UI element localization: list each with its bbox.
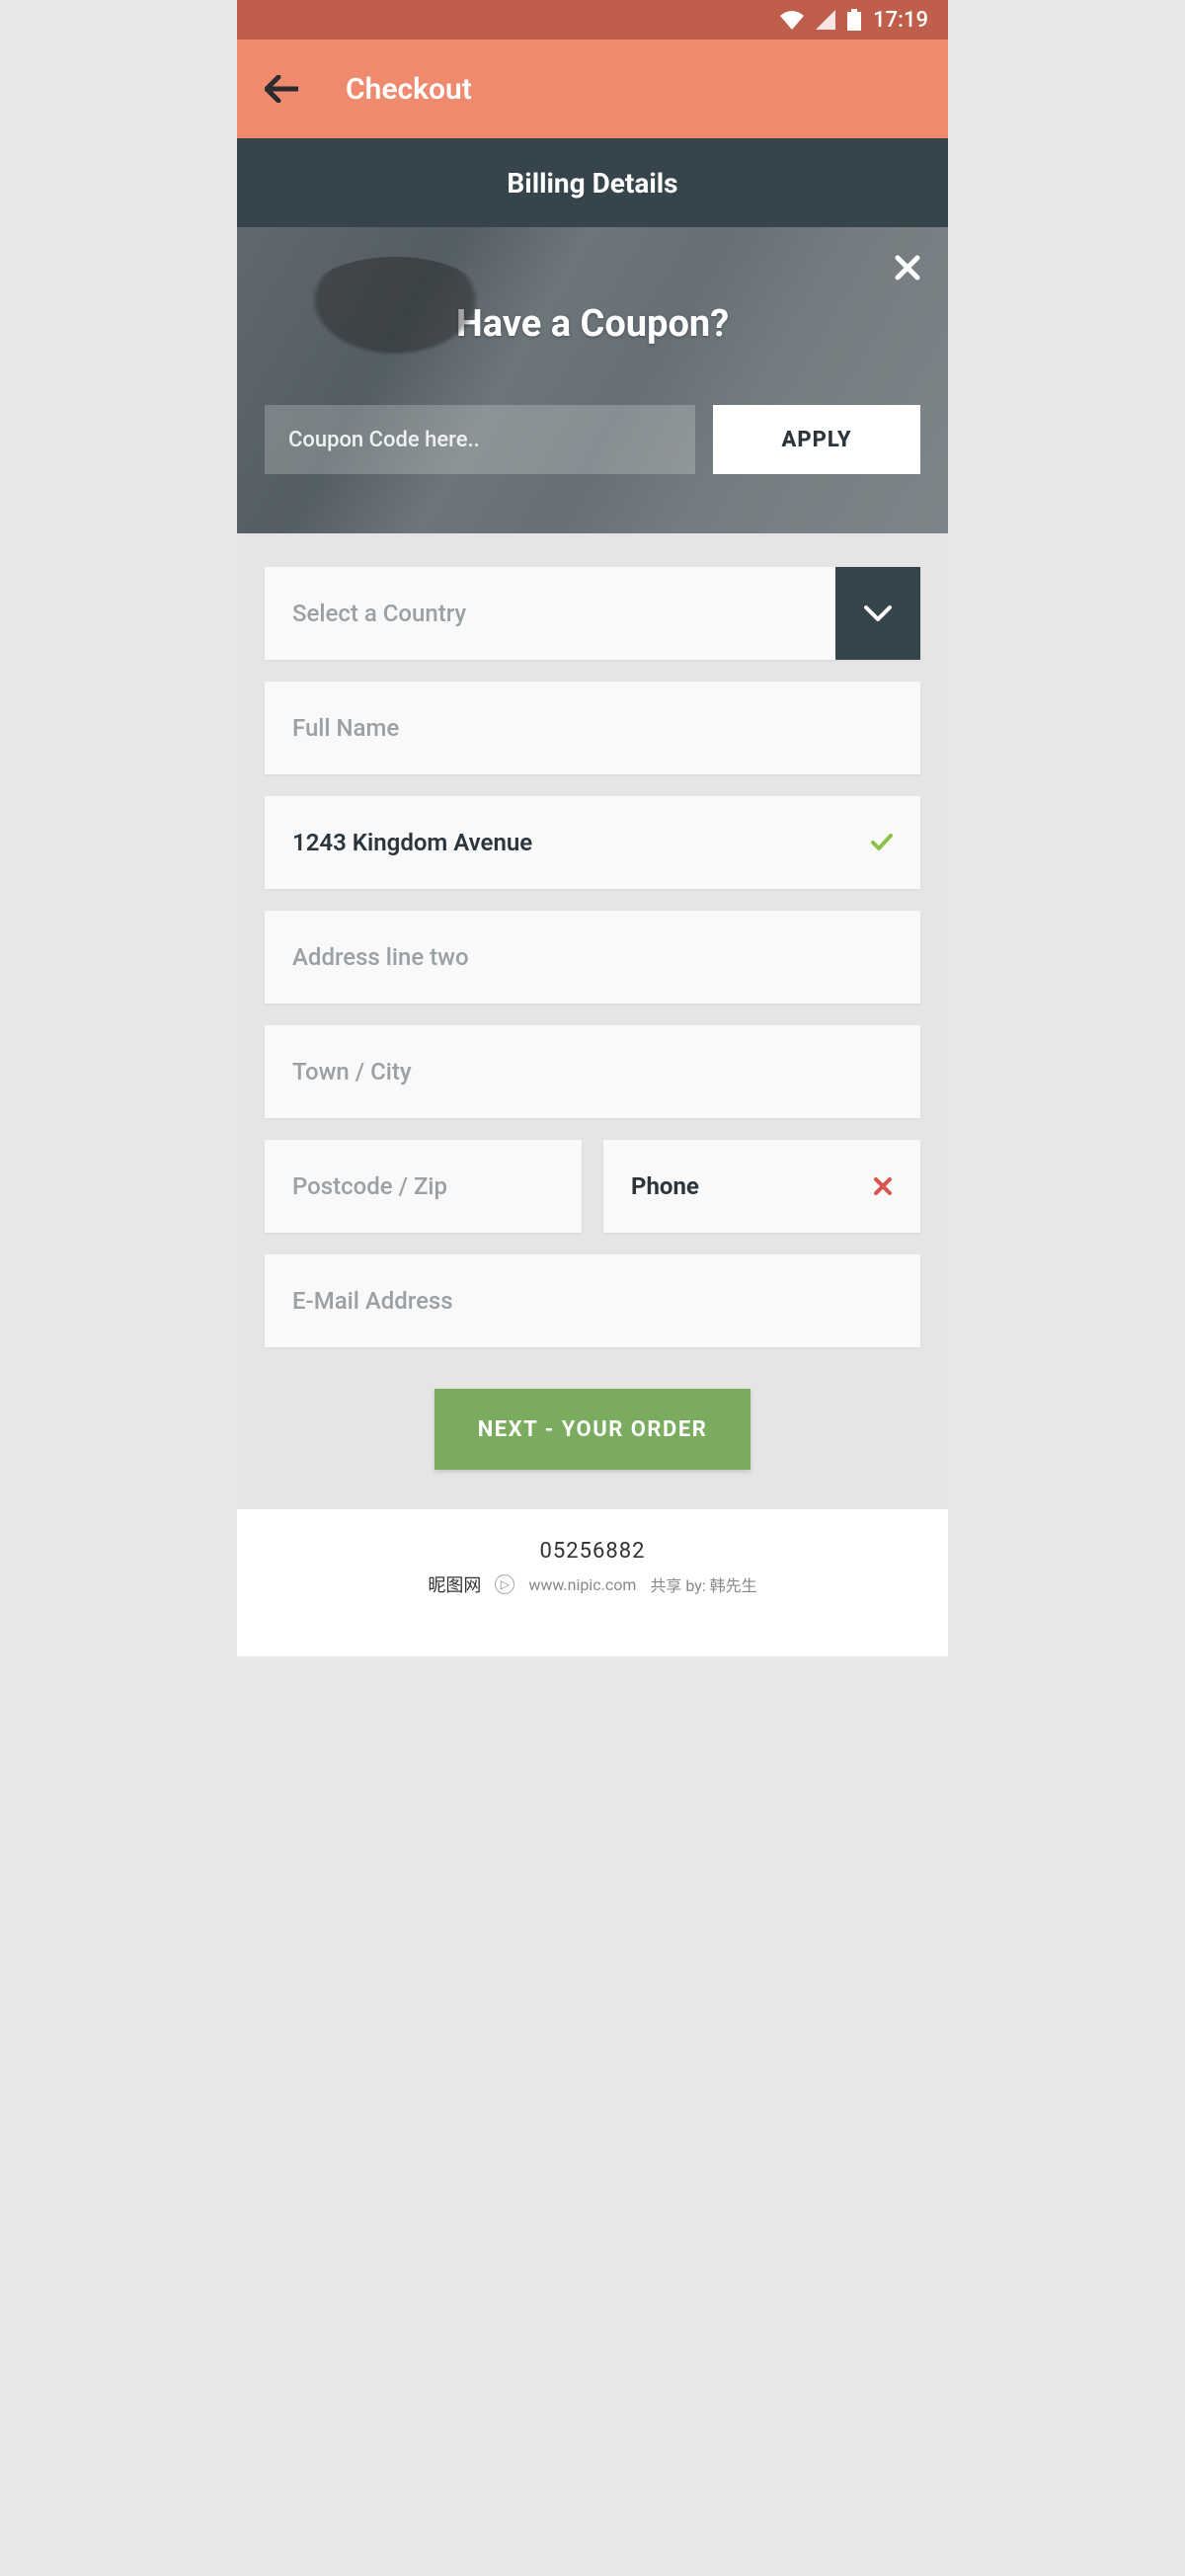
address2-field[interactable] bbox=[265, 911, 920, 1004]
section-title: Billing Details bbox=[507, 167, 677, 200]
clock-text: 17:19 bbox=[873, 8, 928, 33]
error-x-icon bbox=[873, 1176, 893, 1196]
address2-input[interactable] bbox=[292, 943, 893, 971]
email-field[interactable] bbox=[265, 1254, 920, 1347]
back-arrow-icon[interactable] bbox=[265, 75, 298, 103]
apply-coupon-button[interactable]: APPLY bbox=[713, 405, 920, 474]
coupon-code-input[interactable] bbox=[265, 405, 695, 474]
phone-field[interactable] bbox=[603, 1140, 920, 1233]
postcode-field[interactable] bbox=[265, 1140, 582, 1233]
city-input[interactable] bbox=[292, 1058, 893, 1086]
footer-site-en: www.nipic.com bbox=[528, 1575, 636, 1594]
app-bar: Checkout bbox=[237, 40, 948, 138]
image-id-text: 05256882 bbox=[237, 1539, 948, 1564]
banner-decorative-image bbox=[296, 257, 494, 365]
check-icon bbox=[871, 834, 893, 851]
footer-row: 昵图网 ▷ www.nipic.com 共享 by: 韩先生 bbox=[237, 1571, 948, 1597]
city-field[interactable] bbox=[265, 1025, 920, 1118]
email-input[interactable] bbox=[292, 1287, 893, 1315]
country-select[interactable]: Select a Country bbox=[265, 567, 920, 660]
footer-divider-icon: ▷ bbox=[495, 1574, 514, 1594]
billing-form: Select a Country NEXT - YOUR ORDER bbox=[237, 533, 948, 1509]
next-button[interactable]: NEXT - YOUR ORDER bbox=[434, 1389, 751, 1470]
fullname-input[interactable] bbox=[292, 714, 893, 742]
footer-site-cn: 昵图网 bbox=[428, 1571, 481, 1597]
status-bar: 17:19 bbox=[237, 0, 948, 40]
address1-field[interactable] bbox=[265, 796, 920, 889]
fullname-field[interactable] bbox=[265, 682, 920, 774]
close-icon[interactable] bbox=[895, 255, 920, 281]
wifi-icon bbox=[780, 10, 804, 30]
section-header: Billing Details bbox=[237, 138, 948, 227]
postcode-phone-row bbox=[265, 1140, 920, 1233]
cell-signal-icon bbox=[816, 10, 835, 30]
page-title: Checkout bbox=[346, 72, 472, 107]
footer-by: 共享 by: 韩先生 bbox=[650, 1572, 756, 1596]
battery-icon bbox=[847, 9, 861, 31]
coupon-row: APPLY bbox=[265, 405, 920, 474]
coupon-banner: Have a Coupon? APPLY bbox=[237, 227, 948, 533]
chevron-down-icon[interactable] bbox=[835, 567, 920, 660]
coupon-heading: Have a Coupon? bbox=[456, 302, 729, 346]
footer-meta: 05256882 昵图网 ▷ www.nipic.com 共享 by: 韩先生 bbox=[237, 1509, 948, 1656]
postcode-input[interactable] bbox=[292, 1172, 554, 1200]
country-select-label: Select a Country bbox=[265, 600, 835, 627]
address1-input[interactable] bbox=[292, 829, 893, 856]
phone-input[interactable] bbox=[631, 1172, 893, 1200]
